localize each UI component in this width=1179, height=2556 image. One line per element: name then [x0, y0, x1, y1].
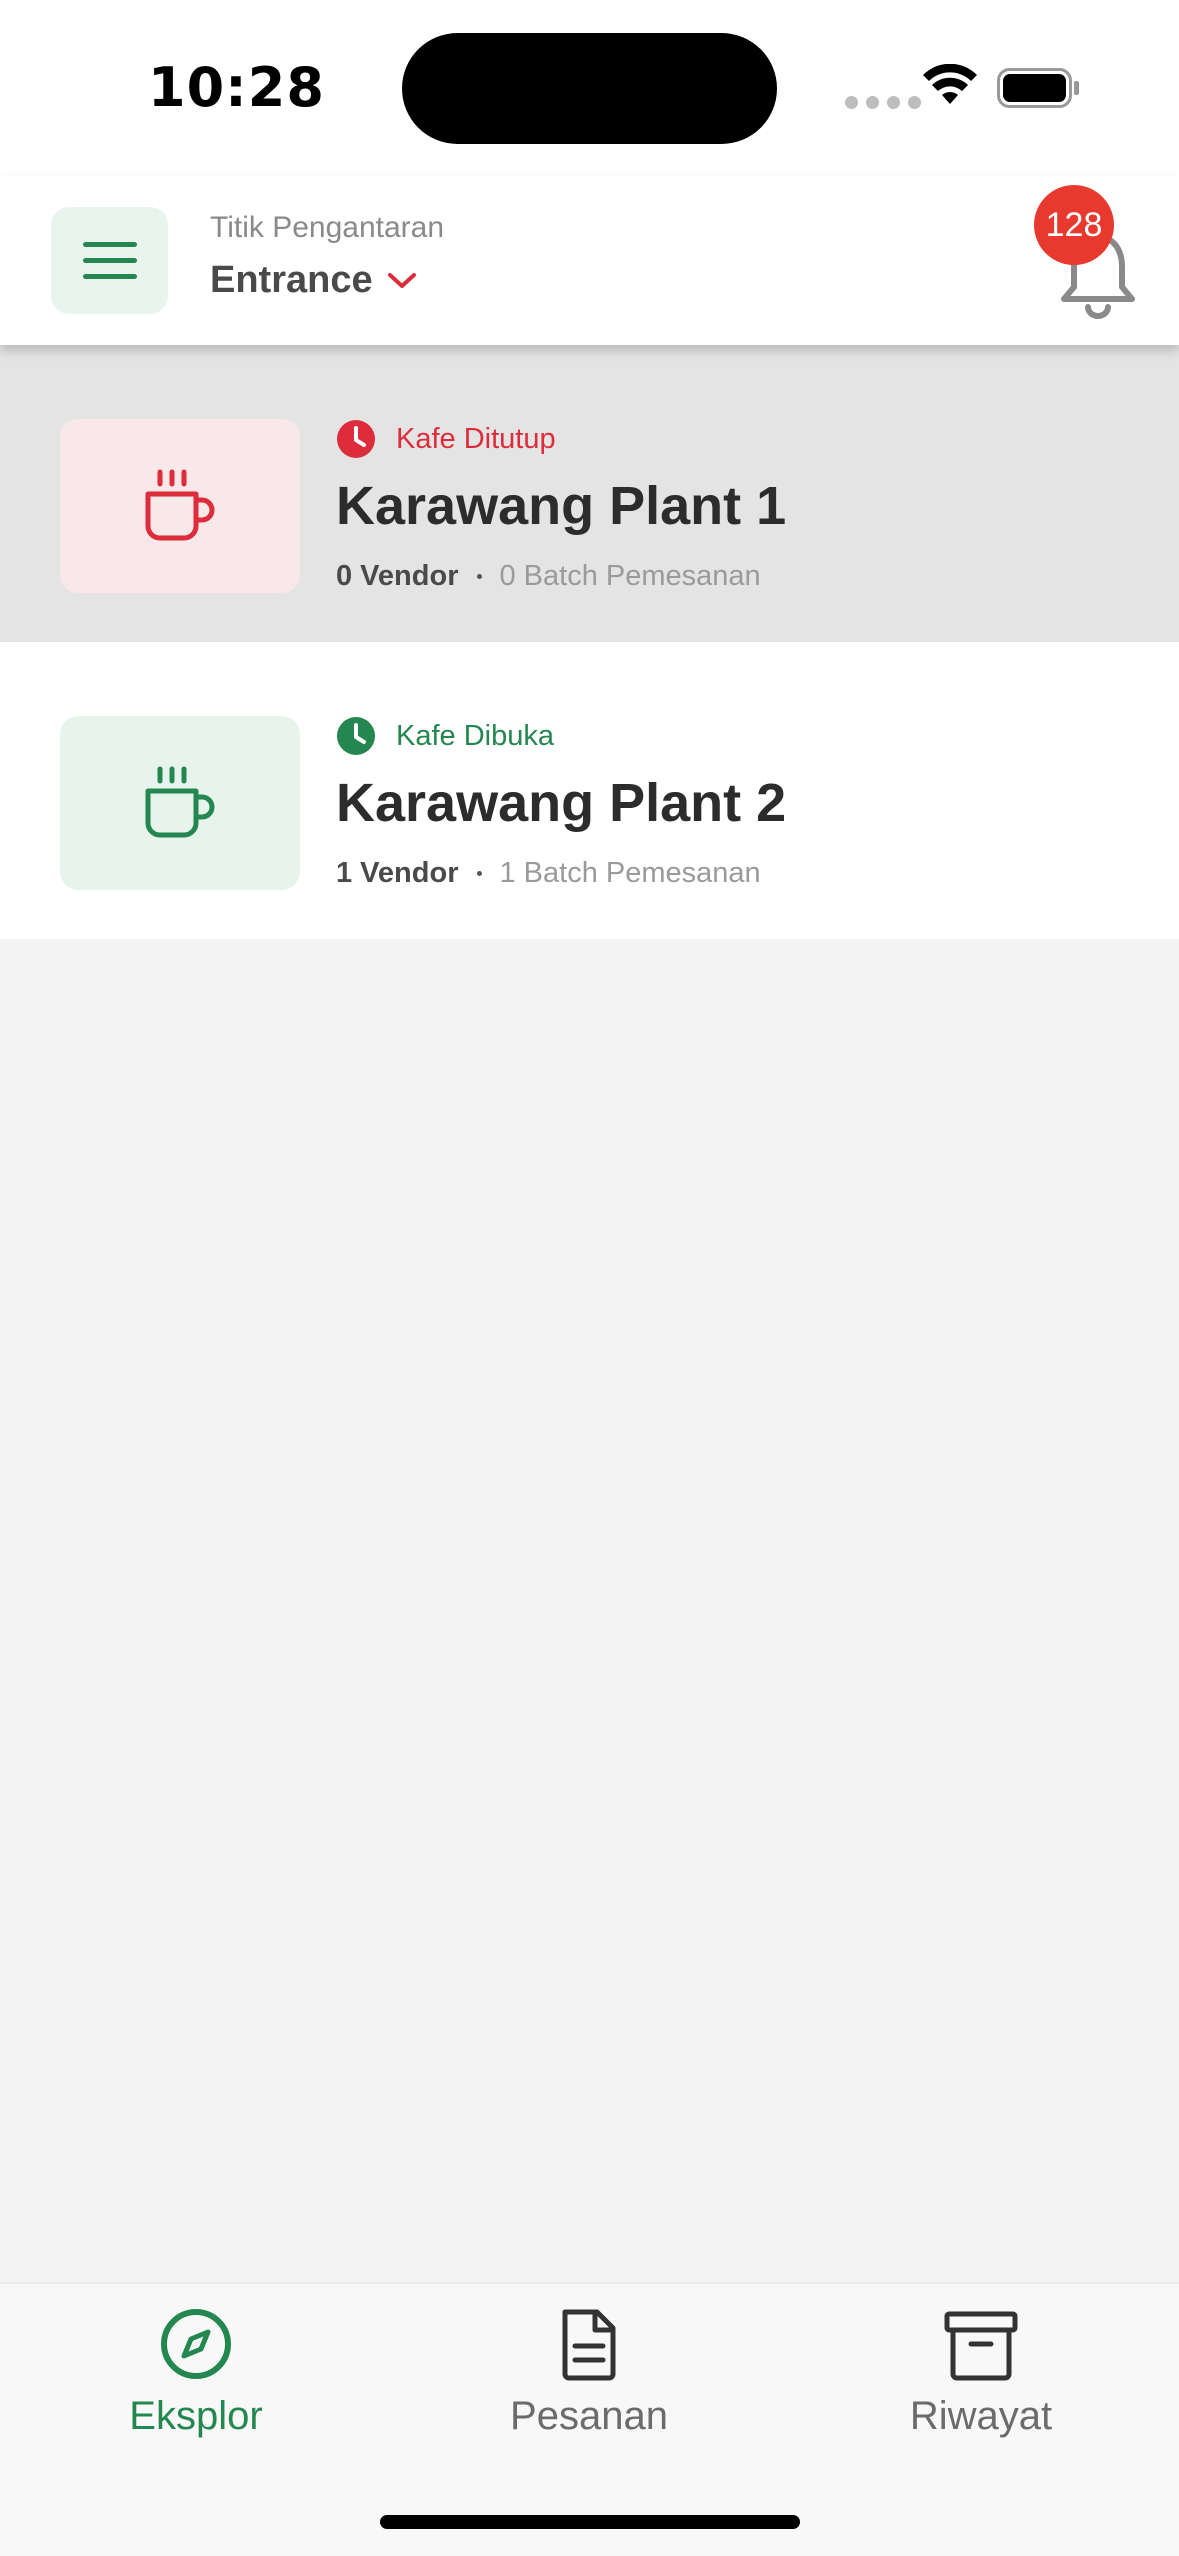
app-header: Titik Pengantaran Entrance 128 [0, 175, 1179, 345]
cafe-status-text: Kafe Ditutup [396, 422, 556, 455]
cafe-name: Karawang Plant 1 [336, 476, 787, 536]
menu-button[interactable] [51, 207, 168, 314]
wifi-icon [923, 64, 977, 104]
cafe-list-item[interactable]: Kafe Ditutup Karawang Plant 1 0 Vendor 0… [0, 345, 1179, 642]
separator-dot [476, 871, 482, 876]
tab-label: Pesanan [510, 2394, 668, 2438]
notification-button[interactable]: 128 [1030, 185, 1160, 335]
home-indicator [380, 2515, 800, 2529]
hamburger-icon [82, 241, 137, 279]
battery-icon [997, 68, 1079, 108]
delivery-point-value: Entrance [210, 259, 373, 301]
vendor-count: 0 Vendor [336, 560, 459, 592]
batch-count: 1 Batch Pemesanan [499, 857, 761, 889]
cafe-status: Kafe Ditutup [336, 419, 556, 459]
cafe-status: Kafe Dibuka [336, 716, 554, 756]
vendor-count: 1 Vendor [336, 857, 459, 889]
coffee-cup-icon [145, 766, 215, 838]
screen: 10:28 Titik Pengantaran Entrance 128 Kaf… [0, 0, 1179, 2556]
batch-count: 0 Batch Pemesanan [499, 560, 761, 592]
document-icon [562, 2309, 616, 2381]
tab-riwayat[interactable]: Riwayat [831, 2306, 1131, 2439]
delivery-point-selector[interactable]: Entrance [210, 259, 417, 302]
cafe-list-item[interactable]: Kafe Dibuka Karawang Plant 2 1 Vendor 1 … [0, 642, 1179, 939]
cafe-name: Karawang Plant 2 [336, 773, 787, 833]
status-time: 10:28 [148, 56, 325, 119]
notification-badge: 128 [1034, 185, 1114, 265]
delivery-point-label: Titik Pengantaran [210, 211, 445, 244]
dynamic-island [402, 33, 777, 144]
coffee-cup-icon [145, 469, 215, 541]
cafe-thumbnail [60, 419, 300, 593]
clock-icon [337, 717, 375, 755]
compass-icon [161, 2309, 231, 2379]
tab-label: Riwayat [909, 2394, 1053, 2438]
cafe-meta: 0 Vendor 0 Batch Pemesanan [336, 560, 761, 593]
status-bar: 10:28 [0, 0, 1179, 175]
cafe-thumbnail [60, 716, 300, 890]
chevron-down-icon [387, 272, 416, 288]
tab-pesanan[interactable]: Pesanan [439, 2306, 739, 2439]
cafe-status-text: Kafe Dibuka [396, 719, 554, 752]
signal-icon [845, 96, 921, 109]
tab-eksplor[interactable]: Eksplor [46, 2306, 346, 2439]
tab-label: Eksplor [129, 2394, 263, 2438]
archive-icon [944, 2311, 1018, 2381]
clock-icon [337, 420, 375, 458]
cafe-meta: 1 Vendor 1 Batch Pemesanan [336, 857, 761, 890]
separator-dot [476, 574, 482, 579]
